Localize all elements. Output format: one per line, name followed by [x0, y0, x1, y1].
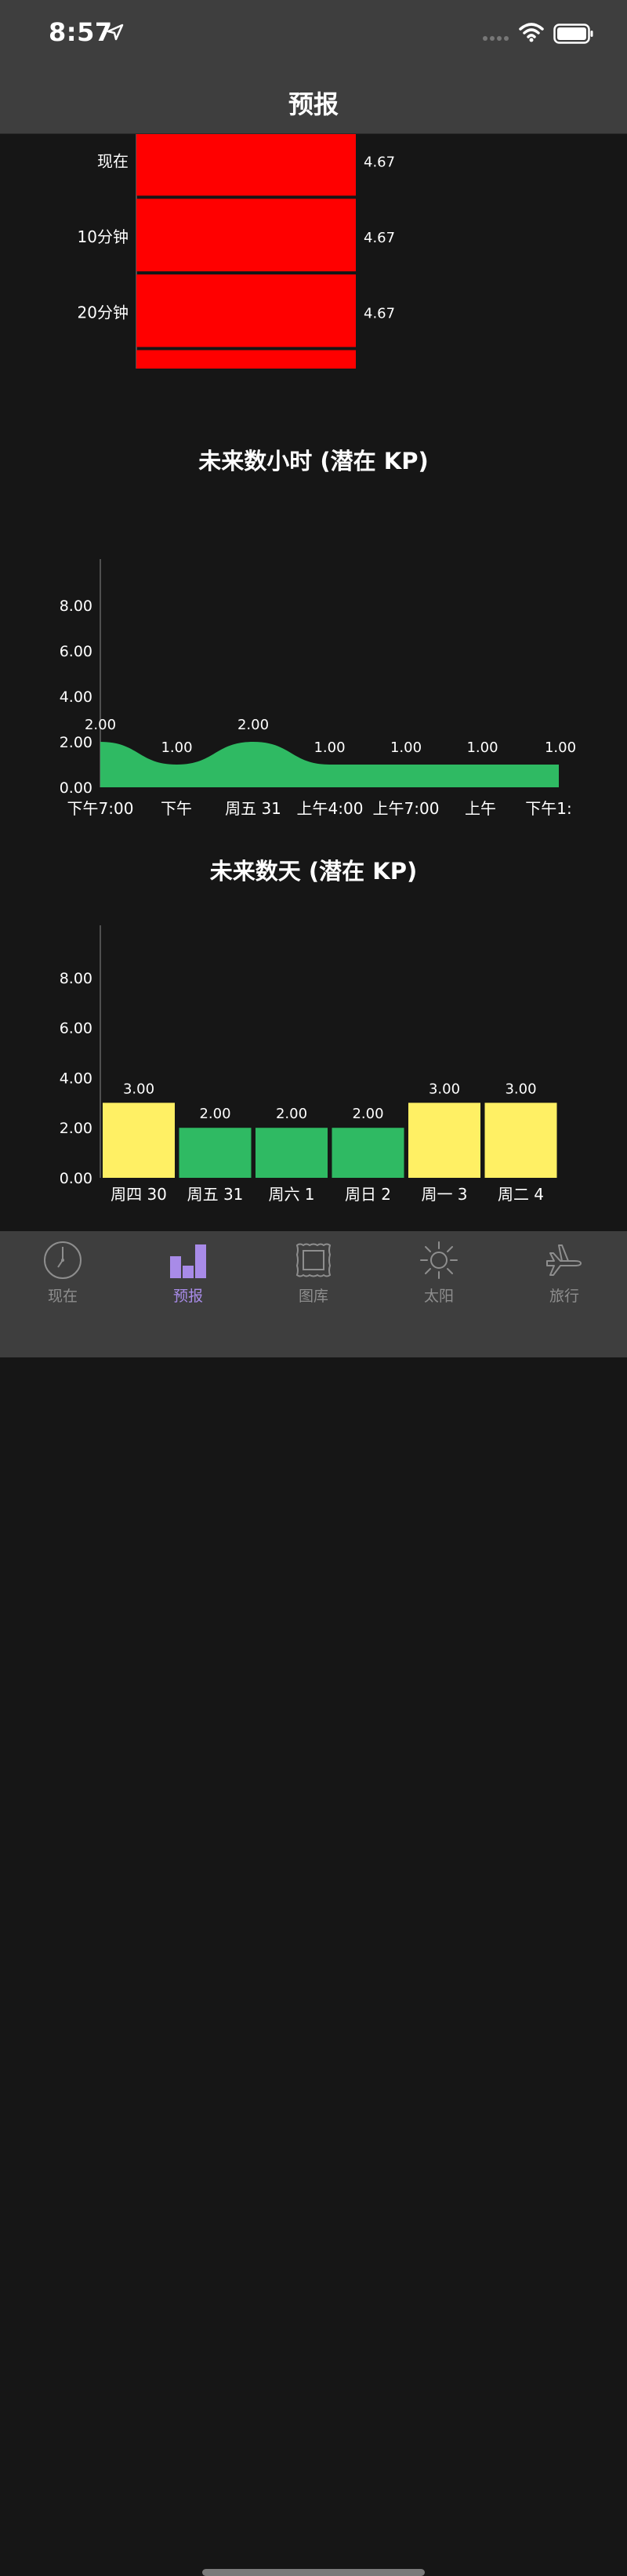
days-y-tick-label: 0.00: [60, 1170, 92, 1187]
minutes-value-label: 4.67: [364, 154, 395, 170]
hours-x-tick-label: 上午4:00: [297, 799, 364, 818]
days-y-tick-label: 2.00: [60, 1120, 92, 1137]
page-title: 预报: [288, 89, 339, 119]
hours-y-tick-label: 6.00: [60, 643, 92, 660]
minutes-value-label: 4.67: [364, 305, 395, 322]
minutes-bar: [136, 198, 356, 271]
days-value-label: 2.00: [276, 1106, 307, 1122]
days-y-tick-label: 4.00: [60, 1070, 92, 1087]
hours-chart-title: 未来数小时 (潜在 KP): [198, 448, 429, 474]
days-x-tick-label: 周四 30: [111, 1185, 167, 1204]
cellular-signal-icon: [483, 36, 509, 41]
tab-gallery-label: 图库: [298, 1288, 328, 1305]
tab-now[interactable]: 现在: [0, 1231, 125, 1310]
minutes-bar: [136, 133, 356, 196]
days-bar: [408, 1103, 480, 1178]
minutes-row-label: 现在: [97, 151, 129, 170]
days-bar: [103, 1103, 175, 1178]
hours-y-tick-label: 0.00: [60, 779, 92, 797]
days-y-tick-label: 6.00: [60, 1020, 92, 1037]
hours-x-tick-label: 上午7:00: [373, 799, 440, 818]
days-bar: [332, 1128, 404, 1178]
tab-now-label: 现在: [47, 1288, 78, 1305]
minutes-bar: [136, 350, 356, 369]
tab-forecast[interactable]: 预报: [125, 1231, 251, 1310]
sun-icon: [420, 1241, 458, 1279]
days-value-label: 2.00: [352, 1106, 383, 1122]
days-value-label: 3.00: [123, 1081, 154, 1097]
hours-value-label: 2.00: [237, 717, 269, 733]
hours-value-label: 1.00: [466, 739, 498, 756]
hours-value-label: 1.00: [545, 739, 576, 756]
hours-value-label: 1.00: [161, 739, 192, 756]
days-bar: [256, 1128, 328, 1178]
hours-value-label: 1.00: [314, 739, 345, 756]
hours-value-label: 2.00: [85, 717, 116, 733]
tab-sun-label: 太阳: [423, 1288, 454, 1305]
hours-kp-chart: 0.00 2.00 4.00 6.00 8.00 2.00 1.00 2.00 1.00 1.00…: [60, 559, 576, 818]
hours-y-tick-label: 2.00: [60, 734, 92, 751]
tab-travel-label: 旅行: [549, 1288, 579, 1305]
days-value-label: 3.00: [505, 1081, 536, 1097]
tab-bar: 现在 预报 图库 太阳 旅行: [0, 1231, 627, 2576]
tab-forecast-label: 预报: [172, 1288, 203, 1305]
hours-y-tick-label: 8.00: [60, 598, 92, 615]
minutes-row-label: 20分钟: [78, 303, 129, 322]
clock-icon: [44, 1241, 82, 1279]
minutes-bar: [136, 274, 356, 347]
days-x-tick-label: 周二 4: [498, 1185, 544, 1204]
battery-icon: [553, 24, 593, 44]
forecast-scroll-view[interactable]: 现在4.6710分钟4.6720分钟4.6730分钟4.67 未来数小时 (潜在…: [0, 133, 627, 1231]
hours-x-tick-label: 周五 31: [225, 799, 281, 818]
days-value-label: 3.00: [429, 1081, 460, 1097]
minutes-value-label: 4.67: [364, 230, 395, 246]
days-bar: [484, 1103, 557, 1178]
hours-x-tick-label: 下午1:: [525, 799, 571, 818]
days-x-tick-label: 周五 31: [187, 1185, 244, 1204]
hours-x-tick-label: 下午: [161, 799, 192, 818]
hours-x-tick-label: 上午: [465, 799, 496, 818]
gallery-frame-icon: [295, 1243, 332, 1277]
hours-y-tick-label: 4.00: [60, 689, 92, 706]
tab-travel[interactable]: 旅行: [502, 1231, 627, 1310]
status-bar: 8:57: [0, 0, 627, 69]
navigation-bar: 预报: [0, 69, 627, 133]
status-time: 8:57: [49, 17, 113, 47]
days-bar: [179, 1128, 252, 1178]
days-x-tick-label: 周日 2: [345, 1185, 391, 1204]
tab-gallery[interactable]: 图库: [251, 1231, 376, 1310]
hours-value-label: 1.00: [390, 739, 422, 756]
tab-sun[interactable]: 太阳: [376, 1231, 502, 1310]
days-x-tick-label: 周一 3: [421, 1185, 467, 1204]
days-y-tick-label: 8.00: [60, 970, 92, 987]
location-arrow-icon: [107, 24, 124, 41]
days-x-tick-label: 周六 1: [268, 1185, 314, 1204]
days-chart-title: 未来数天 (潜在 KP): [209, 858, 418, 885]
days-value-label: 2.00: [199, 1106, 230, 1122]
airplane-icon: [546, 1244, 582, 1276]
home-indicator: [202, 2569, 425, 2576]
hours-x-tick-label: 下午7:00: [67, 799, 134, 818]
bar-chart-icon: [170, 1244, 206, 1278]
wifi-icon: [519, 23, 544, 42]
minutes-row-label: 10分钟: [78, 227, 129, 246]
minutes-kp-chart: 现在4.6710分钟4.6720分钟4.6730分钟4.67: [78, 133, 395, 369]
days-kp-chart: 0.00 2.00 4.00 6.00 8.00 3.00 周四 30 2.00 周五 31 2.…: [60, 925, 557, 1204]
